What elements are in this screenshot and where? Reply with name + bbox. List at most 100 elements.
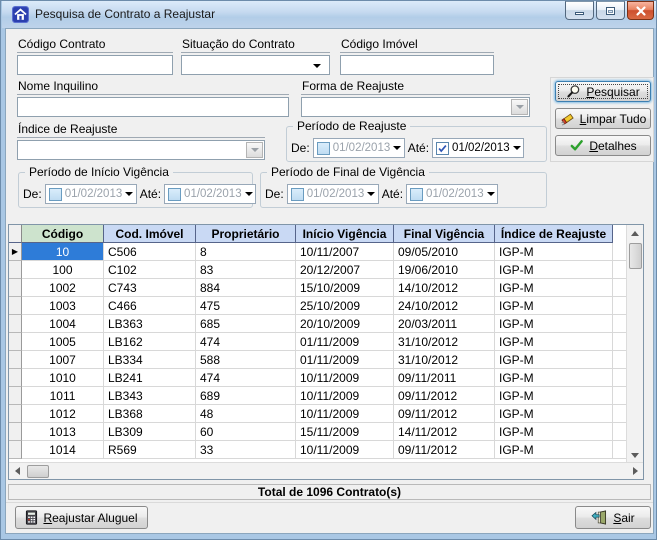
situacao-contrato-select[interactable] <box>181 55 330 75</box>
cell-codigo[interactable]: 1012 <box>22 405 104 423</box>
cell-cod-imovel[interactable]: LB368 <box>104 405 196 423</box>
detalhes-button[interactable]: Detalhes <box>555 135 651 156</box>
nome-inquilino-input[interactable] <box>17 97 289 117</box>
cell-final-vigencia[interactable]: 31/10/2012 <box>394 333 495 351</box>
cell-cod-imovel[interactable]: LB343 <box>104 387 196 405</box>
table-row[interactable]: 1013LB3096015/11/200914/11/2012IGP-M <box>9 423 626 441</box>
cell-inicio-vigencia[interactable]: 10/11/2009 <box>296 441 394 459</box>
chevron-down-icon[interactable] <box>393 146 401 150</box>
cell-indice-reajuste[interactable]: IGP-M <box>495 315 613 333</box>
horizontal-scrollbar[interactable] <box>9 462 643 479</box>
cell-inicio-vigencia[interactable]: 20/10/2009 <box>296 315 394 333</box>
table-row[interactable]: ▶10C506810/11/200709/05/2010IGP-M <box>9 243 626 261</box>
checkbox-reajuste-ate[interactable] <box>436 142 449 155</box>
cell-cod-imovel[interactable]: LB309 <box>104 423 196 441</box>
cell-inicio-vigencia[interactable]: 10/11/2009 <box>296 405 394 423</box>
maximize-button[interactable] <box>596 1 625 20</box>
cell-final-vigencia[interactable]: 14/11/2012 <box>394 423 495 441</box>
chevron-down-icon[interactable] <box>125 192 133 196</box>
cell-cod-imovel[interactable]: C506 <box>104 243 196 261</box>
close-button[interactable] <box>627 1 654 20</box>
codigo-imovel-input[interactable] <box>340 55 494 75</box>
cell-proprietario[interactable]: 33 <box>196 441 296 459</box>
vertical-scrollbar[interactable] <box>626 225 643 463</box>
chevron-down-icon[interactable] <box>245 192 253 196</box>
cell-indice-reajuste[interactable]: IGP-M <box>495 261 613 279</box>
cell-codigo[interactable]: 1014 <box>22 441 104 459</box>
table-row[interactable]: 1004LB36368520/10/200920/03/2011IGP-M <box>9 315 626 333</box>
cell-proprietario[interactable]: 83 <box>196 261 296 279</box>
cell-final-vigencia[interactable]: 09/11/2012 <box>394 405 495 423</box>
table-row[interactable]: 1007LB33458801/11/200931/10/2012IGP-M <box>9 351 626 369</box>
cell-final-vigencia[interactable]: 14/10/2012 <box>394 279 495 297</box>
cell-indice-reajuste[interactable]: IGP-M <box>495 279 613 297</box>
scroll-down-button[interactable] <box>627 447 643 463</box>
checkbox-reajuste-de[interactable] <box>317 142 330 155</box>
cell-inicio-vigencia[interactable]: 15/11/2009 <box>296 423 394 441</box>
cell-indice-reajuste[interactable]: IGP-M <box>495 423 613 441</box>
cell-final-vigencia[interactable]: 20/03/2011 <box>394 315 495 333</box>
cell-indice-reajuste[interactable]: IGP-M <box>495 387 613 405</box>
column-header-proprietario[interactable]: Proprietário <box>196 225 296 243</box>
cell-indice-reajuste[interactable]: IGP-M <box>495 441 613 459</box>
cell-proprietario[interactable]: 685 <box>196 315 296 333</box>
cell-codigo[interactable]: 1004 <box>22 315 104 333</box>
sair-button[interactable]: Sair <box>575 506 651 529</box>
cell-codigo[interactable]: 1002 <box>22 279 104 297</box>
cell-final-vigencia[interactable]: 09/11/2012 <box>394 387 495 405</box>
forma-reajuste-select[interactable] <box>301 97 530 117</box>
checkbox-inicio-ate[interactable] <box>168 188 181 201</box>
cell-inicio-vigencia[interactable]: 01/11/2009 <box>296 333 394 351</box>
horizontal-scroll-thumb[interactable] <box>27 465 49 478</box>
checkbox-inicio-de[interactable] <box>49 188 62 201</box>
cell-inicio-vigencia[interactable]: 10/11/2009 <box>296 387 394 405</box>
cell-inicio-vigencia[interactable]: 10/11/2009 <box>296 369 394 387</box>
cell-cod-imovel[interactable]: C743 <box>104 279 196 297</box>
checkbox-final-de[interactable] <box>291 188 304 201</box>
chevron-down-icon[interactable] <box>487 192 495 196</box>
cell-inicio-vigencia[interactable]: 10/11/2007 <box>296 243 394 261</box>
cell-inicio-vigencia[interactable]: 25/10/2009 <box>296 297 394 315</box>
cell-cod-imovel[interactable]: C466 <box>104 297 196 315</box>
cell-final-vigencia[interactable]: 19/06/2010 <box>394 261 495 279</box>
cell-final-vigencia[interactable]: 31/10/2012 <box>394 351 495 369</box>
vertical-scroll-thumb[interactable] <box>629 243 642 269</box>
date-picker-inicio-ate[interactable]: 01/02/2013 <box>164 184 256 204</box>
cell-proprietario[interactable]: 689 <box>196 387 296 405</box>
cell-cod-imovel[interactable]: LB363 <box>104 315 196 333</box>
column-header-inicio-vigencia[interactable]: Início Vigência <box>296 225 394 243</box>
cell-codigo[interactable]: 1013 <box>22 423 104 441</box>
cell-proprietario[interactable]: 8 <box>196 243 296 261</box>
date-picker-inicio-de[interactable]: 01/02/2013 <box>45 184 137 204</box>
table-row[interactable]: 1002C74388415/10/200914/10/2012IGP-M <box>9 279 626 297</box>
table-row[interactable]: 1014R5693310/11/200909/11/2012IGP-M <box>9 441 626 459</box>
cell-codigo[interactable]: 1007 <box>22 351 104 369</box>
cell-cod-imovel[interactable]: LB334 <box>104 351 196 369</box>
cell-proprietario[interactable]: 475 <box>196 297 296 315</box>
date-picker-final-ate[interactable]: 01/02/2013 <box>406 184 498 204</box>
cell-cod-imovel[interactable]: LB241 <box>104 369 196 387</box>
table-row[interactable]: 1003C46647525/10/200924/10/2012IGP-M <box>9 297 626 315</box>
cell-indice-reajuste[interactable]: IGP-M <box>495 243 613 261</box>
cell-indice-reajuste[interactable]: IGP-M <box>495 297 613 315</box>
cell-codigo[interactable]: 100 <box>22 261 104 279</box>
column-header-final-vigencia[interactable]: Final Vigência <box>394 225 495 243</box>
cell-cod-imovel[interactable]: R569 <box>104 441 196 459</box>
chevron-down-icon[interactable] <box>367 192 375 196</box>
cell-indice-reajuste[interactable]: IGP-M <box>495 351 613 369</box>
table-row[interactable]: 1010LB24147410/11/200909/11/2011IGP-M <box>9 369 626 387</box>
cell-proprietario[interactable]: 60 <box>196 423 296 441</box>
cell-inicio-vigencia[interactable]: 15/10/2009 <box>296 279 394 297</box>
indice-reajuste-select[interactable] <box>17 140 265 160</box>
cell-cod-imovel[interactable]: LB162 <box>104 333 196 351</box>
table-row[interactable]: 100C1028320/12/200719/06/2010IGP-M <box>9 261 626 279</box>
cell-final-vigencia[interactable]: 09/11/2011 <box>394 369 495 387</box>
cell-codigo[interactable]: 1005 <box>22 333 104 351</box>
dropdown-button[interactable] <box>511 99 528 115</box>
date-picker-reajuste-de[interactable]: 01/02/2013 <box>313 138 405 158</box>
limpar-tudo-button[interactable]: Limpar Tudo <box>555 108 651 129</box>
chevron-down-icon[interactable] <box>513 146 521 150</box>
cell-proprietario[interactable]: 588 <box>196 351 296 369</box>
column-header-codigo[interactable]: Código <box>22 225 104 243</box>
dropdown-button[interactable] <box>246 142 263 158</box>
